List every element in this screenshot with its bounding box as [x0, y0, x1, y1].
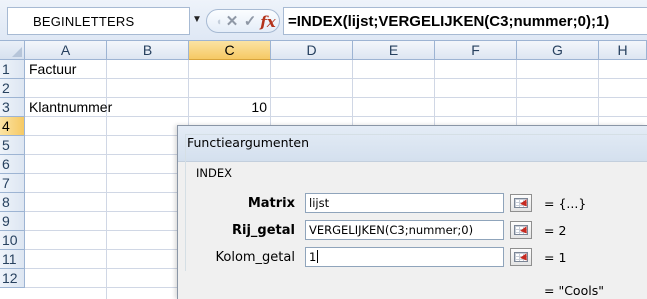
formula-buttons: ◖ ✕ ✓ fx: [206, 9, 280, 33]
row-header-2[interactable]: 2: [0, 79, 25, 98]
column-header-b[interactable]: B: [107, 41, 189, 60]
argument-result-kolom-getal: = 1: [544, 250, 567, 265]
argument-input-kolom-getal-value: 1: [309, 250, 317, 264]
function-name-label: INDEX: [196, 166, 232, 180]
row-header-7[interactable]: 7: [0, 174, 25, 193]
function-arguments-dialog: Functieargumenten INDEX Matrix lijst = {…: [177, 125, 647, 299]
row-header-11[interactable]: 11: [0, 250, 25, 269]
argument-result-rij-getal: = 2: [544, 223, 567, 238]
argument-label-kolom-getal: Kolom_getal: [215, 250, 296, 265]
column-header-g[interactable]: G: [517, 41, 599, 60]
collapse-dialog-button-rij-getal[interactable]: [510, 221, 532, 239]
collapse-dialog-button-kolom-getal[interactable]: [510, 248, 532, 266]
argument-input-matrix[interactable]: lijst: [305, 193, 504, 213]
name-box[interactable]: BEGINLETTERS: [7, 7, 190, 35]
collapse-dialog-button-matrix[interactable]: [510, 194, 532, 212]
column-header-e[interactable]: E: [353, 41, 435, 60]
cell-a3[interactable]: Klantnummer: [29, 98, 112, 117]
argument-label-rij-getal: Rij_getal: [232, 223, 295, 238]
argument-input-kolom-getal[interactable]: 1: [305, 247, 504, 267]
row-header-6[interactable]: 6: [0, 155, 25, 174]
row-header-3[interactable]: 3: [0, 98, 25, 117]
row-header-8[interactable]: 8: [0, 193, 25, 212]
formula-input[interactable]: =INDEX(lijst;VERGELIJKEN(C3;nummer;0);1): [283, 7, 647, 35]
select-all-corner[interactable]: [0, 41, 25, 60]
insert-function-icon[interactable]: fx: [258, 12, 278, 32]
row-header-5[interactable]: 5: [0, 136, 25, 155]
column-header-a[interactable]: A: [25, 41, 107, 60]
argument-input-rij-getal[interactable]: VERGELIJKEN(C3;nummer;0): [305, 220, 504, 240]
enter-icon[interactable]: ✓: [240, 12, 260, 32]
row-header-9[interactable]: 9: [0, 212, 25, 231]
column-header-h[interactable]: H: [599, 41, 647, 60]
argument-label-matrix: Matrix: [247, 196, 295, 211]
cell-a1[interactable]: Factuur: [29, 60, 76, 79]
argument-result-matrix: = {...}: [544, 196, 587, 211]
column-header-c[interactable]: C: [189, 41, 271, 60]
text-cursor: [317, 250, 319, 263]
column-header-d[interactable]: D: [271, 41, 353, 60]
row-header-10[interactable]: 10: [0, 231, 25, 250]
row-header-4[interactable]: 4: [0, 117, 25, 136]
name-box-dropdown-icon[interactable]: ▼: [191, 14, 203, 26]
cell-c3[interactable]: 10: [189, 98, 267, 117]
column-header-f[interactable]: F: [435, 41, 517, 60]
formula-result: = "Cools": [544, 283, 604, 298]
cancel-icon[interactable]: ✕: [222, 12, 242, 32]
row-header-1[interactable]: 1: [0, 60, 25, 79]
row-header-12[interactable]: 12: [0, 269, 25, 288]
formula-bar: BEGINLETTERS ▼ ◖ ✕ ✓ fx =INDEX(lijst;VER…: [0, 0, 647, 41]
